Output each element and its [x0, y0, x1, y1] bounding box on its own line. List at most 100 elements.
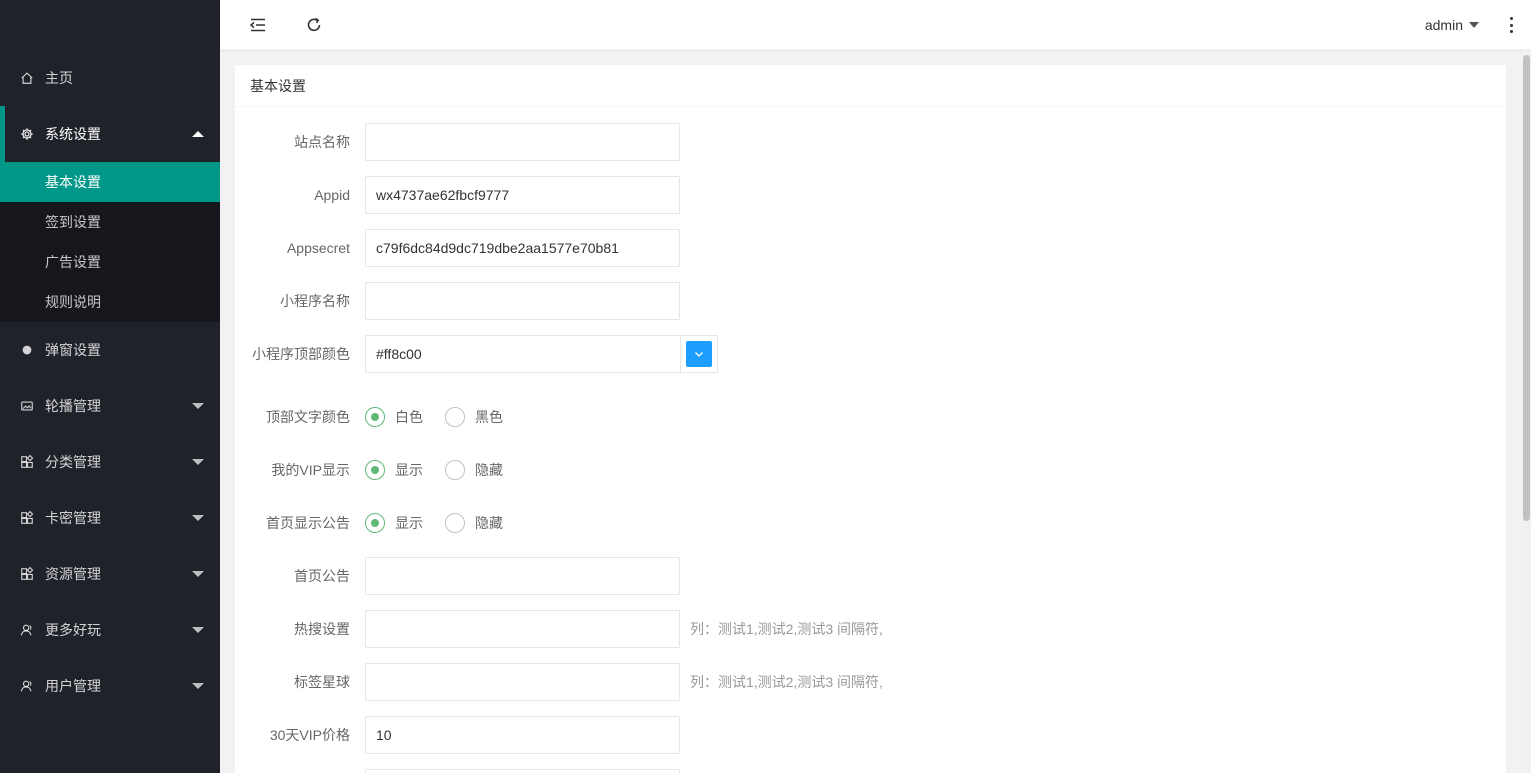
- hot-search-input[interactable]: [365, 610, 680, 648]
- sidebar-item-users[interactable]: 用户管理: [0, 658, 220, 714]
- hot-search-label: 热搜设置: [294, 621, 350, 637]
- app-icon: [20, 567, 34, 581]
- gear-icon: [20, 127, 34, 141]
- sidebar-item-label: 分类管理: [45, 454, 101, 470]
- app-icon: [20, 455, 34, 469]
- sidebar-item-label: 轮播管理: [45, 398, 101, 414]
- chevron-down-icon: [192, 459, 204, 465]
- tag-planet-input[interactable]: [365, 663, 680, 701]
- appid-input[interactable]: [365, 176, 680, 214]
- home-icon: [20, 71, 34, 85]
- user-icon: [20, 679, 34, 693]
- page-scrollbar-thumb[interactable]: [1523, 55, 1530, 521]
- chevron-down-icon: [695, 352, 703, 357]
- sidebar-item-label: 资源管理: [45, 566, 101, 582]
- next-field-input[interactable]: [365, 769, 680, 773]
- user-name: admin: [1424, 17, 1463, 33]
- submenu-item-rules[interactable]: 规则说明: [0, 282, 220, 322]
- sidebar-item-label: 弹窗设置: [45, 342, 101, 358]
- site-name-input[interactable]: [365, 123, 680, 161]
- top-text-color-radio-group: 白色 黑色: [365, 407, 525, 427]
- mini-program-name-label: 小程序名称: [280, 293, 350, 309]
- radio-label: 隐藏: [475, 462, 503, 478]
- top-header: admin: [220, 0, 1531, 50]
- sidebar-item-label: 用户管理: [45, 678, 101, 694]
- radio-show[interactable]: 显示: [365, 513, 423, 533]
- top-color-label: 小程序顶部颜色: [252, 346, 350, 362]
- tag-planet-hint: 列：测试1,测试2,测试3 间隔符,: [690, 674, 883, 690]
- system-settings-submenu: 基本设置 签到设置 广告设置 规则说明: [0, 162, 220, 322]
- vip-display-radio-group: 显示 隐藏: [365, 460, 525, 480]
- app-icon: [20, 511, 34, 525]
- form-row-home-notice: 首页公告: [235, 557, 680, 595]
- radio-black[interactable]: 黑色: [445, 407, 503, 427]
- top-color-input[interactable]: [365, 335, 680, 373]
- radio-checked-icon: [365, 460, 385, 480]
- color-swatch: [686, 341, 712, 367]
- sidebar-item-system-settings[interactable]: 系统设置: [0, 106, 220, 162]
- chevron-down-icon: [192, 627, 204, 633]
- form-row-notice-display: 首页显示公告 显示 隐藏: [235, 504, 525, 542]
- sidebar-item-resources[interactable]: 资源管理: [0, 546, 220, 602]
- site-name-label: 站点名称: [294, 134, 350, 150]
- home-notice-input[interactable]: [365, 557, 680, 595]
- sidebar-item-card-keys[interactable]: 卡密管理: [0, 490, 220, 546]
- mini-program-name-input[interactable]: [365, 282, 680, 320]
- radio-hide[interactable]: 隐藏: [445, 513, 503, 533]
- caret-down-icon: [1469, 22, 1479, 28]
- sidebar: 主页 系统设置 基本设置 签到设置 广告设置 规则说明 弹窗设置 轮播管理 分类…: [0, 0, 220, 773]
- refresh-icon[interactable]: [304, 15, 324, 35]
- vip-display-label: 我的VIP显示: [271, 462, 350, 478]
- color-picker-button[interactable]: [680, 335, 718, 373]
- logo: [0, 0, 220, 50]
- appsecret-label: Appsecret: [286, 240, 350, 256]
- radio-show[interactable]: 显示: [365, 460, 423, 480]
- form-row-next: [235, 769, 680, 773]
- sidebar-item-category[interactable]: 分类管理: [0, 434, 220, 490]
- sidebar-item-more-fun[interactable]: 更多好玩: [0, 602, 220, 658]
- radio-label: 黑色: [475, 409, 503, 425]
- appsecret-input[interactable]: [365, 229, 680, 267]
- vip30-price-label: 30天VIP价格: [269, 727, 350, 743]
- chevron-down-icon: [192, 571, 204, 577]
- radio-label: 白色: [395, 409, 423, 425]
- collapse-menu-icon[interactable]: [248, 15, 268, 35]
- user-menu[interactable]: admin: [1425, 0, 1479, 50]
- notice-display-label: 首页显示公告: [266, 515, 350, 531]
- radio-white[interactable]: 白色: [365, 407, 423, 427]
- form-row-appsecret: Appsecret: [235, 229, 680, 267]
- circle-icon: [20, 343, 34, 357]
- chevron-up-icon: [192, 131, 204, 137]
- radio-hide[interactable]: 隐藏: [445, 460, 503, 480]
- radio-label: 隐藏: [475, 515, 503, 531]
- radio-checked-icon: [365, 513, 385, 533]
- sidebar-item-popup-settings[interactable]: 弹窗设置: [0, 322, 220, 378]
- appid-label: Appid: [314, 187, 350, 203]
- submenu-item-basic-settings[interactable]: 基本设置: [0, 162, 220, 202]
- submenu-item-checkin-settings[interactable]: 签到设置: [0, 202, 220, 242]
- settings-card: 基本设置 站点名称 Appid Appsecret 小程序名称 小程序顶部颜色 …: [235, 65, 1506, 773]
- form-row-site-name: 站点名称: [235, 123, 680, 161]
- chevron-down-icon: [192, 515, 204, 521]
- sidebar-item-carousel[interactable]: 轮播管理: [0, 378, 220, 434]
- form-row-appid: Appid: [235, 176, 680, 214]
- sidebar-item-label: 系统设置: [45, 126, 101, 142]
- form-row-vip30-price: 30天VIP价格: [235, 716, 680, 754]
- notice-display-radio-group: 显示 隐藏: [365, 513, 525, 533]
- image-icon: [20, 399, 34, 413]
- form-row-mini-name: 小程序名称: [235, 282, 680, 320]
- user-icon: [20, 623, 34, 637]
- home-notice-label: 首页公告: [294, 568, 350, 584]
- sidebar-item-label: 更多好玩: [45, 622, 101, 638]
- more-vertical-icon[interactable]: [1507, 17, 1515, 33]
- sidebar-item-home[interactable]: 主页: [0, 50, 220, 106]
- form-row-hot-search: 热搜设置 列：测试1,测试2,测试3 间隔符,: [235, 610, 883, 648]
- radio-unchecked-icon: [445, 513, 465, 533]
- submenu-item-ad-settings[interactable]: 广告设置: [0, 242, 220, 282]
- form-row-top-color: 小程序顶部颜色: [235, 335, 718, 373]
- radio-label: 显示: [395, 515, 423, 531]
- radio-unchecked-icon: [445, 460, 465, 480]
- vip30-price-input[interactable]: [365, 716, 680, 754]
- top-text-color-label: 顶部文字颜色: [266, 409, 350, 425]
- radio-checked-icon: [365, 407, 385, 427]
